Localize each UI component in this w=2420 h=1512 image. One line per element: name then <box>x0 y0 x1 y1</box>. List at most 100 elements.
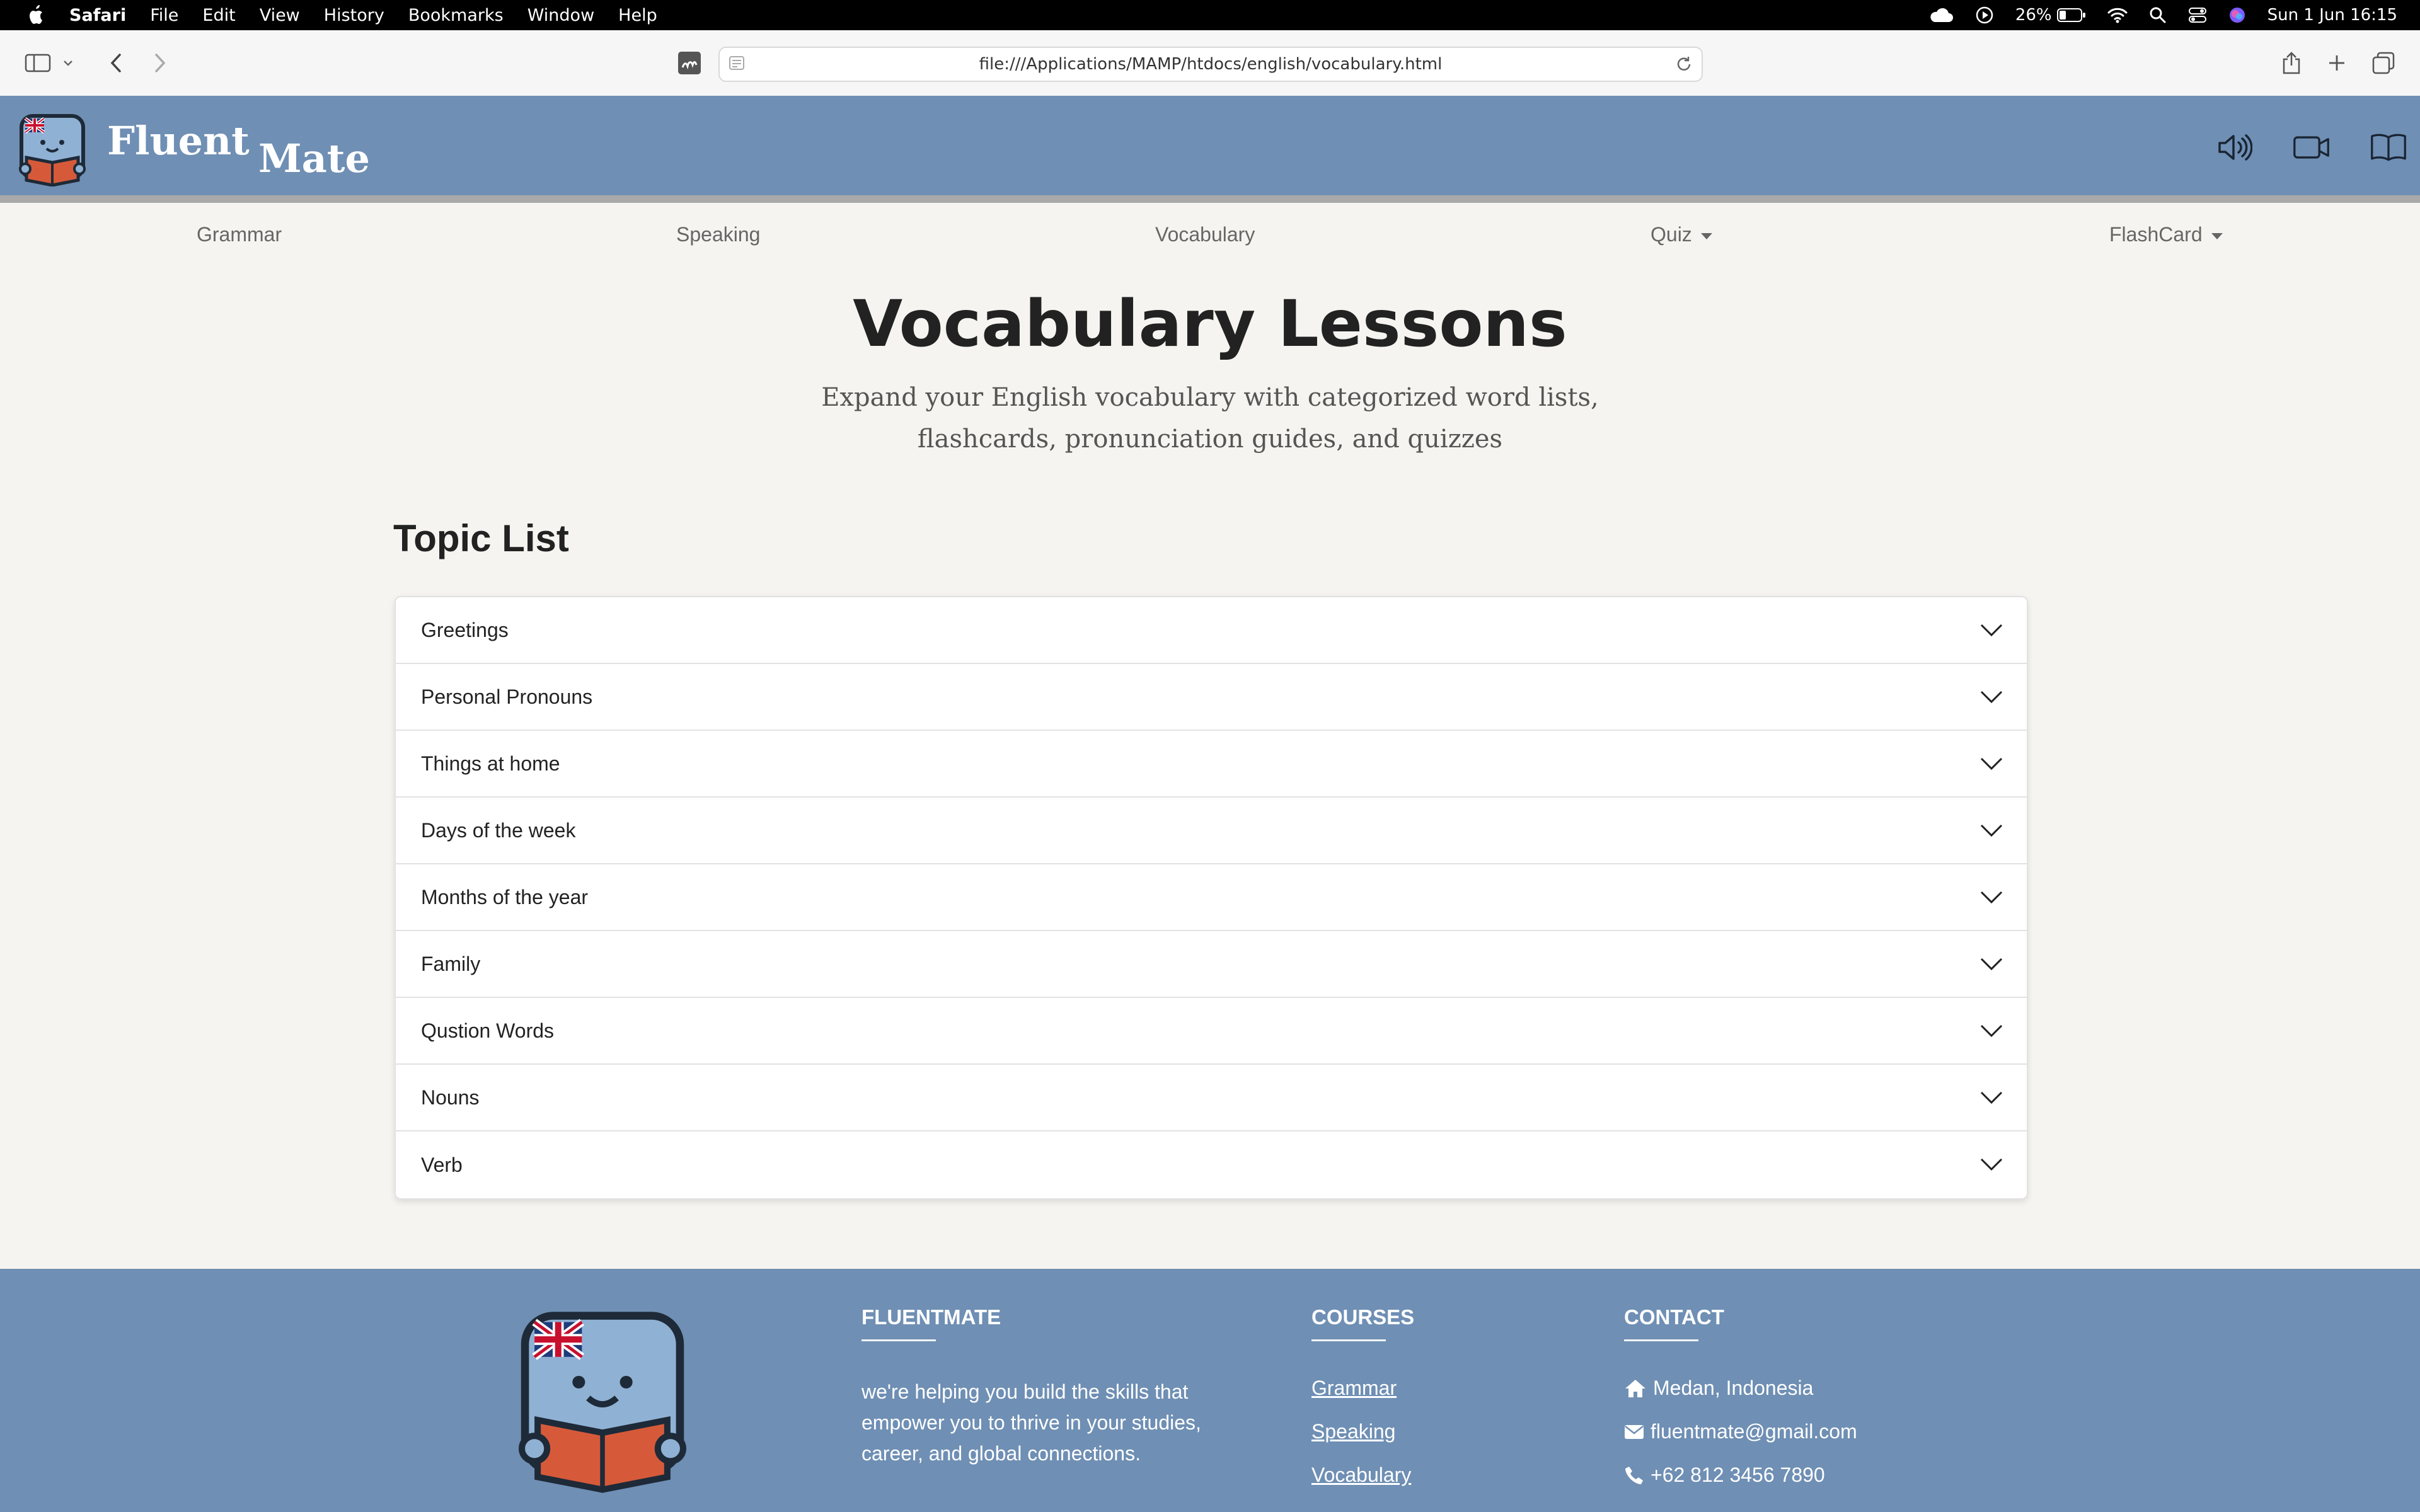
page-subtitle: Expand your English vocabulary with cate… <box>821 383 1599 454</box>
macos-menu-bar: Safari File Edit View History Bookmarks … <box>0 0 2420 30</box>
topic-accordion: Greetings Personal Pronouns Things at ho… <box>395 596 2028 1200</box>
menu-help[interactable]: Help <box>618 6 657 25</box>
menu-bookmarks[interactable]: Bookmarks <box>408 6 504 25</box>
chevron-down-icon <box>1980 1024 2003 1038</box>
footer-link-grammar[interactable]: Grammar <box>1311 1377 1414 1400</box>
sidebar-toggle-icon[interactable] <box>23 48 53 78</box>
caret-down-icon <box>1700 232 1712 239</box>
footer-about-column: FLUENTMATE we're helping you build the s… <box>861 1305 1240 1469</box>
accordion-item-verb[interactable]: Verb <box>396 1131 2027 1198</box>
heading-underline <box>1624 1339 1698 1341</box>
tab-overview-icon[interactable] <box>2368 48 2399 78</box>
site-footer: FLUENTMATE we're helping you build the s… <box>0 1269 2420 1512</box>
phone-text: +62 812 3456 7890 <box>1651 1463 1825 1486</box>
footer-address: Medan, Indonesia <box>1624 1377 1857 1400</box>
brand-wordmark: Fluent Mate <box>107 115 384 185</box>
chevron-down-icon <box>1980 1091 2003 1104</box>
accordion-item-personal-pronouns[interactable]: Personal Pronouns <box>396 664 2027 731</box>
battery-status[interactable]: 26% <box>2015 6 2086 25</box>
caret-down-icon <box>2211 232 2223 239</box>
accordion-item-label: Nouns <box>421 1085 480 1109</box>
envelope-icon <box>1625 1424 1644 1439</box>
address-text: Medan, Indonesia <box>1653 1377 1814 1399</box>
app-menu-safari[interactable]: Safari <box>69 6 126 25</box>
menu-history[interactable]: History <box>324 6 384 25</box>
menu-view[interactable]: View <box>260 6 300 25</box>
footer-link-vocabulary[interactable]: Vocabulary <box>1311 1463 1414 1487</box>
heading-underline <box>1311 1339 1386 1341</box>
reload-icon[interactable] <box>1675 55 1693 77</box>
chevron-down-icon <box>1980 824 2003 837</box>
accordion-item-label: Family <box>421 952 481 975</box>
footer-email[interactable]: fluentmate@gmail.com <box>1624 1420 1857 1443</box>
nav-item-flashcard[interactable]: FlashCard <box>2109 223 2223 246</box>
header-icon-group <box>2216 129 2420 166</box>
nav-item-speaking[interactable]: Speaking <box>676 223 760 246</box>
nav-item-flashcard-label: FlashCard <box>2109 223 2203 246</box>
nav-item-quiz-label: Quiz <box>1651 223 1692 246</box>
spotlight-search-icon[interactable] <box>2149 6 2167 24</box>
open-book-icon[interactable] <box>2370 129 2407 166</box>
site-header: Fluent Mate <box>0 96 2420 203</box>
share-icon[interactable] <box>2276 48 2307 78</box>
now-playing-icon[interactable] <box>1975 6 1994 25</box>
page-info-icon[interactable] <box>729 55 747 76</box>
brand-word-fluent: Fluent <box>107 118 250 164</box>
chevron-down-icon <box>1980 958 2003 971</box>
site-favicon-icon[interactable] <box>674 48 705 78</box>
footer-mascot-logo-icon <box>516 1309 689 1496</box>
footer-about-text: we're helping you build the skills that … <box>861 1380 1201 1465</box>
menu-window[interactable]: Window <box>527 6 594 25</box>
chevron-down-icon <box>1980 1158 2003 1171</box>
accordion-item-label: Qustion Words <box>421 1019 555 1042</box>
nav-item-quiz[interactable]: Quiz <box>1651 223 1712 246</box>
email-text: fluentmate@gmail.com <box>1651 1420 1857 1443</box>
nav-item-vocabulary[interactable]: Vocabulary <box>1155 223 1255 246</box>
clock-datetime[interactable]: Sun 1 Jun 16:15 <box>2267 6 2397 25</box>
page-title: Vocabulary Lessons <box>853 287 1567 362</box>
accordion-item-nouns[interactable]: Nouns <box>396 1065 2027 1131</box>
accordion-item-label: Days of the week <box>421 818 576 842</box>
accordion-item-label: Months of the year <box>421 885 589 908</box>
footer-phone[interactable]: +62 812 3456 7890 <box>1624 1463 1857 1487</box>
main-nav: Grammar Speaking Vocabulary Quiz FlashCa… <box>0 210 2420 261</box>
url-text[interactable]: file:///Applications/MAMP/htdocs/english… <box>979 55 1443 74</box>
battery-percent: 26% <box>2015 6 2052 25</box>
accordion-item-greetings[interactable]: Greetings <box>396 597 2027 664</box>
chevron-down-icon <box>1980 624 2003 637</box>
chevron-down-icon <box>1980 690 2003 704</box>
control-center-icon[interactable] <box>2188 7 2207 23</box>
footer-courses-title: COURSES <box>1311 1305 1415 1329</box>
accordion-item-things-at-home[interactable]: Things at home <box>396 731 2027 798</box>
new-tab-plus-icon[interactable] <box>2322 48 2352 78</box>
footer-link-speaking[interactable]: Speaking <box>1311 1420 1414 1443</box>
tab-group-chevron-down-icon[interactable] <box>60 48 76 78</box>
nav-item-grammar[interactable]: Grammar <box>197 223 282 246</box>
accordion-item-question-words[interactable]: Qustion Words <box>396 998 2027 1065</box>
chevron-down-icon <box>1980 757 2003 770</box>
icloud-icon[interactable] <box>1928 7 1954 23</box>
siri-icon[interactable] <box>2228 6 2246 24</box>
menu-file[interactable]: File <box>150 6 178 25</box>
topic-list-heading: Topic List <box>393 517 569 559</box>
footer-contact-title: CONTACT <box>1624 1305 1724 1329</box>
accordion-item-months-of-the-year[interactable]: Months of the year <box>396 864 2027 931</box>
footer-courses-column: COURSES Grammar Speaking Vocabulary <box>1311 1305 1414 1507</box>
menu-edit[interactable]: Edit <box>202 6 235 25</box>
speaker-audio-icon[interactable] <box>2216 129 2254 166</box>
footer-contact-column: CONTACT Medan, Indonesia fluentmate@gmai… <box>1624 1305 1857 1507</box>
address-bar[interactable]: file:///Applications/MAMP/htdocs/english… <box>718 47 1703 82</box>
video-camera-icon[interactable] <box>2293 129 2331 166</box>
accordion-item-days-of-the-week[interactable]: Days of the week <box>396 798 2027 864</box>
battery-icon <box>2056 8 2085 22</box>
back-arrow-icon[interactable] <box>101 48 131 78</box>
mascot-logo-icon <box>19 114 86 186</box>
brand-logo-link[interactable]: Fluent Mate <box>18 113 384 186</box>
accordion-item-label: Greetings <box>421 618 509 641</box>
footer-about-title: FLUENTMATE <box>861 1305 1001 1329</box>
apple-menu-icon[interactable] <box>19 5 54 25</box>
phone-icon <box>1625 1466 1643 1484</box>
forward-arrow-icon[interactable] <box>145 48 175 78</box>
wifi-icon[interactable] <box>2107 7 2128 23</box>
accordion-item-family[interactable]: Family <box>396 931 2027 998</box>
